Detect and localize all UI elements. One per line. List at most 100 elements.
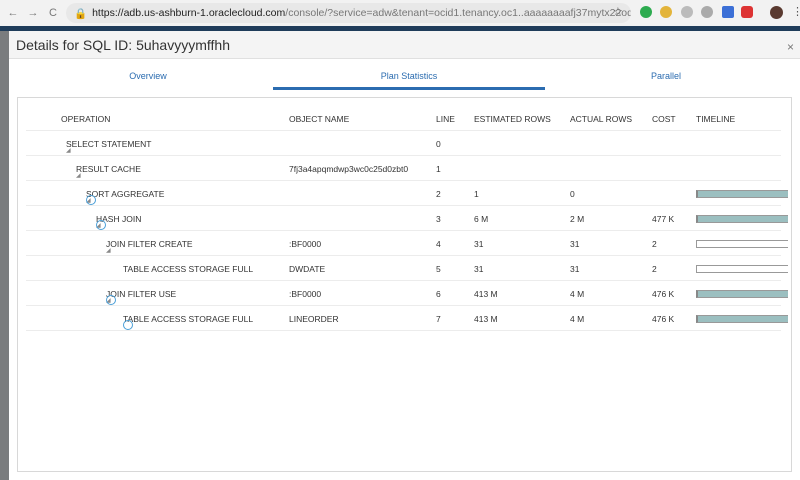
operation-cell: ◢ JOIN FILTER CREATE [106, 239, 193, 254]
est-cell: 31 [474, 264, 484, 274]
timeline-bar [696, 265, 788, 273]
actual-cell: 4 M [570, 314, 585, 324]
cost-cell: 476 K [652, 314, 675, 324]
tab-plan-statistics[interactable]: Plan Statistics [381, 71, 438, 81]
table-row[interactable]: TABLE ACCESS STORAGE FULL LINEORDER 7 413 M… [26, 306, 788, 331]
extension-icon[interactable] [722, 6, 734, 18]
est-cell: 6 M [474, 214, 489, 224]
table-row[interactable]: ◢ HASH JOIN 3 6 M 2 M 477 K [26, 206, 788, 231]
extension-icon[interactable] [681, 6, 693, 18]
table-row[interactable]: ◢ SORT AGGREGATE 2 1 0 [26, 181, 788, 206]
table-row[interactable]: TABLE ACCESS STORAGE FULL DWDATE 5 31 31 2 [26, 256, 788, 281]
table-header: OPERATION OBJECT NAME LINE ESTIMATED ROW… [26, 106, 781, 131]
extension-icon[interactable] [640, 6, 652, 18]
col-line[interactable]: LINE [436, 114, 455, 124]
timeline-bar [696, 190, 788, 198]
extension-icon[interactable] [660, 6, 672, 18]
table-row[interactable]: ◢ RESULT CACHE 7fj3a4apqmdwp3wc0c25d0zbt0 1 [26, 156, 781, 181]
back-icon[interactable]: ← [6, 7, 20, 19]
object-cell: LINEORDER [289, 314, 339, 324]
cost-cell: 477 K [652, 214, 675, 224]
operation-label: RESULT CACHE [76, 164, 141, 174]
timeline-bar [696, 240, 788, 248]
expand-triangle-icon[interactable]: ◢ [66, 147, 71, 154]
dialog-header: Details for SQL ID: 5uhavyyymffhh [9, 31, 800, 59]
operation-cell: ◢ JOIN FILTER USE [106, 289, 177, 305]
bookmark-star-icon[interactable]: ☆ [613, 5, 623, 18]
active-tab-indicator [273, 87, 545, 90]
expand-triangle-icon[interactable]: ◢ [76, 172, 81, 179]
col-operation[interactable]: OPERATION [61, 114, 110, 124]
actual-cell: 31 [570, 264, 580, 274]
object-cell: :BF0000 [289, 289, 322, 299]
status-circle-icon [123, 320, 133, 330]
est-cell: 413 M [474, 289, 498, 299]
timeline-bar [696, 290, 788, 298]
profile-avatar[interactable] [770, 6, 783, 19]
operation-cell: ◢ SELECT STATEMENT [66, 139, 152, 154]
col-actual-rows[interactable]: ACTUAL ROWS [570, 114, 632, 124]
col-timeline[interactable]: TIMELINE [696, 114, 735, 124]
sql-details-dialog: Details for SQL ID: 5uhavyyymffhh × Over… [9, 31, 800, 480]
operation-label: SORT AGGREGATE [86, 189, 165, 199]
line-cell: 4 [436, 239, 441, 249]
cost-cell: 2 [652, 239, 657, 249]
cost-cell: 2 [652, 264, 657, 274]
line-cell: 6 [436, 289, 441, 299]
menu-icon[interactable]: ⋮ [792, 5, 800, 18]
status-circle-icon [106, 295, 116, 305]
est-cell: 413 M [474, 314, 498, 324]
operation-cell: ◢ RESULT CACHE [76, 164, 141, 179]
extension-icon[interactable] [701, 6, 713, 18]
operation-cell: ◢ HASH JOIN [96, 214, 141, 230]
cost-cell: 476 K [652, 289, 675, 299]
table-row[interactable]: ◢ SELECT STATEMENT 0 [26, 131, 781, 156]
line-cell: 0 [436, 139, 441, 149]
est-cell: 31 [474, 239, 484, 249]
actual-cell: 31 [570, 239, 580, 249]
expand-triangle-icon[interactable]: ◢ [106, 247, 111, 254]
dialog-title: Details for SQL ID: 5uhavyyymffhh [16, 36, 230, 53]
actual-cell: 0 [570, 189, 575, 199]
line-cell: 2 [436, 189, 441, 199]
lock-icon: 🔒 [74, 7, 88, 20]
operation-label: SELECT STATEMENT [66, 139, 152, 149]
table-row[interactable]: ◢ JOIN FILTER CREATE :BF0000 4 31 31 2 [26, 231, 788, 256]
address-bar[interactable]: 🔒 https://adb.us-ashburn-1.oraclecloud.c… [66, 3, 631, 23]
browser-toolbar: ← → C 🔒 https://adb.us-ashburn-1.oraclec… [0, 0, 800, 26]
extension-icon[interactable] [741, 6, 753, 18]
object-cell: 7fj3a4apqmdwp3wc0c25d0zbt0 [289, 164, 409, 174]
reload-icon[interactable]: C [46, 7, 60, 19]
close-icon[interactable]: × [787, 40, 794, 54]
operation-cell: TABLE ACCESS STORAGE FULL [123, 264, 253, 274]
object-cell: DWDATE [289, 264, 326, 274]
line-cell: 3 [436, 214, 441, 224]
url-path: /console/?service=adw&tenant=ocid1.tenan… [285, 7, 631, 19]
operation-cell: TABLE ACCESS STORAGE FULL [123, 314, 254, 330]
actual-cell: 4 M [570, 289, 585, 299]
operation-label: TABLE ACCESS STORAGE FULL [123, 314, 254, 324]
col-cost[interactable]: COST [652, 114, 676, 124]
status-circle-icon [96, 220, 106, 230]
est-cell: 1 [474, 189, 479, 199]
col-estimated-rows[interactable]: ESTIMATED ROWS [474, 114, 551, 124]
status-circle-icon [86, 195, 96, 205]
line-cell: 5 [436, 264, 441, 274]
timeline-bar [696, 215, 788, 223]
object-cell: :BF0000 [289, 239, 322, 249]
operation-label: TABLE ACCESS STORAGE FULL [123, 264, 254, 274]
tab-overview[interactable]: Overview [129, 71, 167, 81]
forward-icon[interactable]: → [26, 7, 40, 19]
plan-table: OPERATION OBJECT NAME LINE ESTIMATED ROW… [17, 97, 792, 472]
col-object-name[interactable]: OBJECT NAME [289, 114, 349, 124]
page-backdrop [0, 31, 9, 480]
line-cell: 7 [436, 314, 441, 324]
operation-label: JOIN FILTER CREATE [106, 239, 193, 249]
tab-parallel[interactable]: Parallel [651, 71, 681, 81]
timeline-bar [696, 315, 788, 323]
line-cell: 1 [436, 164, 441, 174]
table-row[interactable]: ◢ JOIN FILTER USE :BF0000 6 413 M 4 M 476 K [26, 281, 788, 306]
actual-cell: 2 M [570, 214, 585, 224]
operation-label: JOIN FILTER USE [106, 289, 177, 299]
tab-bar: Overview Plan Statistics Parallel [9, 59, 800, 97]
